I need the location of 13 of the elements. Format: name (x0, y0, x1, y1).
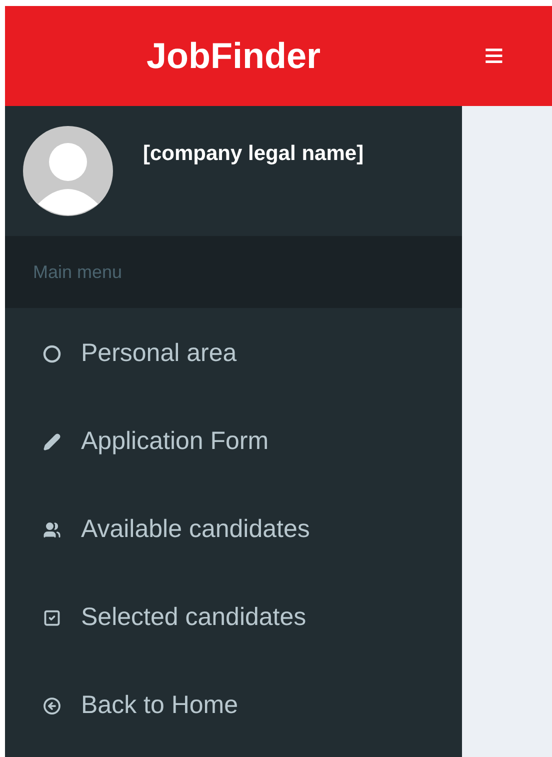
app-logo[interactable]: JobFinder (146, 29, 320, 83)
section-title: Main menu (33, 260, 122, 284)
menu-item[interactable]: Back to Home (5, 662, 462, 750)
users-icon (43, 521, 61, 539)
pencil-icon (43, 433, 61, 451)
company-name: [company legal name] (143, 141, 364, 167)
circle-icon (43, 345, 61, 363)
menu-button[interactable]: ≡ (484, 39, 504, 73)
checkbox-icon (43, 609, 61, 627)
menu-item[interactable]: Available candidates (5, 486, 462, 574)
menu-item[interactable]: Personal area (5, 310, 462, 398)
menu-item[interactable]: Application Form (5, 398, 462, 486)
menu-item[interactable]: Selected candidates (5, 574, 462, 662)
